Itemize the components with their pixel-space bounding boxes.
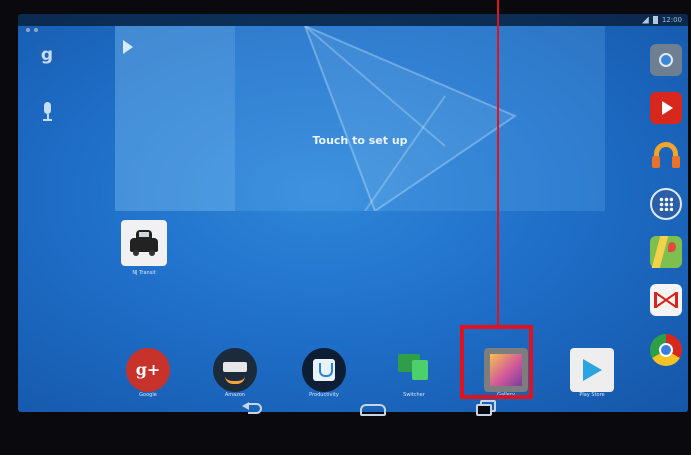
home-screen: 12:00 g Touch to set up NJ Transit g+ Go…	[18, 14, 688, 412]
annotation-highlight-box	[460, 325, 533, 399]
status-clock: 12:00	[661, 16, 682, 24]
amazon-icon	[213, 348, 257, 392]
google-plus-icon	[126, 348, 170, 392]
favorites-dock	[646, 36, 688, 396]
notification-icons	[26, 17, 46, 32]
widget-setup-text: Touch to set up	[312, 134, 408, 147]
app-amazon[interactable]: Amazon	[203, 344, 267, 406]
tablet-frame: 12:00 g Touch to set up NJ Transit g+ Go…	[0, 0, 691, 455]
home-icon[interactable]	[360, 404, 386, 416]
all-apps-icon[interactable]	[650, 188, 682, 220]
mic-icon[interactable]	[40, 102, 54, 122]
play-store-icon	[570, 348, 614, 392]
youtube-icon[interactable]	[650, 92, 682, 124]
app-nj-transit[interactable]: NJ Transit	[114, 220, 174, 280]
maps-icon[interactable]	[650, 236, 682, 268]
taxi-icon	[121, 220, 167, 266]
system-status: 12:00	[641, 16, 682, 24]
status-bar: 12:00	[18, 14, 688, 32]
app-play-store[interactable]: Play Store	[560, 344, 624, 406]
productivity-icon	[302, 348, 346, 392]
play-music-icon[interactable]	[650, 140, 682, 172]
chrome-icon[interactable]	[650, 334, 682, 366]
search-strip: g	[24, 32, 74, 392]
google-search-icon[interactable]: g	[34, 42, 60, 68]
app-productivity[interactable]: Productivity	[292, 344, 356, 406]
recents-icon[interactable]	[476, 400, 496, 416]
app-switcher[interactable]: Switcher	[382, 344, 446, 406]
app-google[interactable]: Google	[116, 344, 180, 406]
app-label: NJ Transit	[132, 270, 156, 276]
annotation-pointer-line	[497, 0, 499, 327]
gmail-icon[interactable]	[650, 284, 682, 316]
back-icon[interactable]	[242, 402, 264, 416]
camera-icon[interactable]	[650, 44, 682, 76]
app-label: Play Store	[579, 392, 605, 398]
setup-widget[interactable]: Touch to set up	[115, 26, 605, 211]
signal-icon	[641, 16, 649, 24]
battery-icon	[652, 16, 658, 24]
navigation-bar	[160, 398, 560, 428]
widget-play-graphic	[303, 26, 518, 211]
switcher-icon	[392, 348, 436, 392]
